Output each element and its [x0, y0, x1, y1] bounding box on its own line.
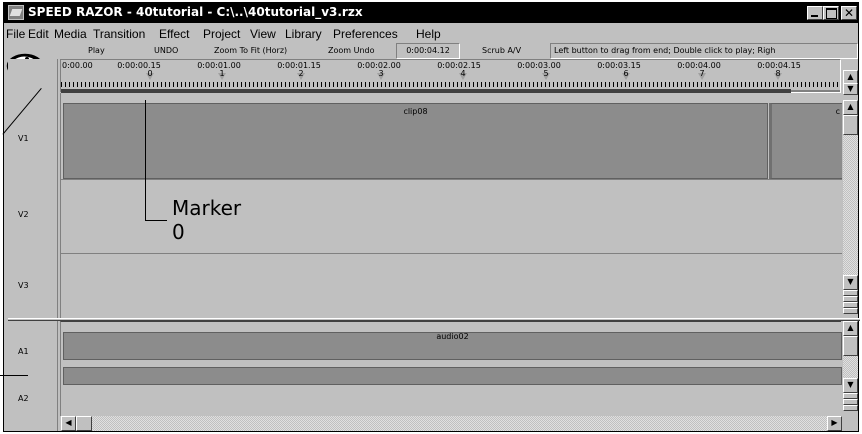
marker-number: 4 — [460, 69, 466, 78]
video-scroll-track[interactable] — [843, 135, 858, 275]
audio-scroll-track[interactable] — [843, 356, 858, 378]
play-button[interactable]: Play — [88, 46, 105, 55]
marker-number: 0 — [147, 69, 153, 78]
timeline-range-tail — [791, 90, 840, 92]
track-label-a2[interactable]: A2 — [8, 394, 58, 403]
menu-bar: File Edit Media Transition Effect Projec… — [4, 24, 858, 44]
ruler-tick: 0:00:02.15 — [437, 61, 481, 70]
close-button[interactable]: ✕ — [841, 6, 857, 20]
menu-media[interactable]: Media — [54, 27, 87, 41]
close-icon: ✕ — [843, 6, 855, 20]
scrub-av-button[interactable]: Scrub A/V — [482, 46, 521, 55]
zoom-undo-button[interactable]: Zoom Undo — [328, 46, 375, 55]
horizontal-scroll-thumb[interactable] — [76, 416, 92, 431]
video-zoom-extra-button[interactable] — [843, 308, 858, 314]
clip-label: c — [835, 107, 840, 116]
app-icon[interactable] — [8, 5, 24, 20]
audio-zoom-reset-button[interactable] — [843, 405, 858, 411]
video-clip[interactable]: clip08 — [63, 103, 768, 179]
audio-clip[interactable]: audio02 — [63, 332, 842, 360]
maximize-button[interactable] — [823, 6, 839, 20]
track-label-a1[interactable]: A1 — [8, 347, 58, 356]
callout-line-marker — [145, 100, 146, 221]
clip-label: clip08 — [403, 107, 428, 116]
horizontal-scroll-left-button[interactable]: ◀ — [61, 416, 76, 431]
marker-callout-title: Marker — [172, 196, 242, 220]
menu-view[interactable]: View — [250, 27, 276, 41]
status-message: Left button to drag from end; Double cli… — [550, 43, 858, 59]
ruler-ticks — [61, 82, 840, 87]
marker-number: 5 — [543, 69, 549, 78]
track-divider — [61, 179, 842, 180]
ruler-scroll-down-button[interactable]: ▼ — [843, 83, 858, 95]
menu-file[interactable]: File — [6, 27, 25, 41]
callout-line-audio — [0, 375, 28, 376]
clip-label: audio02 — [436, 332, 469, 341]
menu-transition[interactable]: Transition — [93, 27, 145, 41]
audio-clip-a1[interactable] — [63, 367, 842, 385]
undo-button[interactable]: UNDO — [154, 46, 178, 55]
audio-scroll-thumb[interactable] — [843, 336, 858, 356]
marker-callout: Marker 0 — [172, 196, 241, 244]
toolbar: Play UNDO Zoom To Fit (Horz) Zoom Undo 0… — [4, 43, 858, 60]
horizontal-scroll-track[interactable] — [92, 416, 827, 431]
track-divider — [61, 253, 842, 254]
video-scroll-up-button[interactable]: ▲ — [843, 100, 858, 115]
marker-number: 1 — [219, 69, 225, 78]
minimize-button[interactable] — [807, 6, 823, 20]
ruler-tick: 0:00:03.00 — [517, 61, 561, 70]
menu-library[interactable]: Library — [285, 27, 322, 41]
track-label-v1[interactable]: V1 — [8, 134, 58, 143]
video-clip-next[interactable]: c — [769, 103, 842, 179]
ruler-tick: 0:00.00 — [62, 61, 93, 70]
ruler-tick: 0:00:03.15 — [597, 61, 641, 70]
video-scroll-down-button[interactable]: ▼ — [843, 275, 858, 290]
audio-scroll-up-button[interactable]: ▲ — [843, 321, 858, 336]
menu-effect[interactable]: Effect — [159, 27, 189, 41]
title-bar[interactable]: SPEED RAZOR - 40tutorial - C:\..\40tutor… — [4, 3, 858, 23]
marker-number: 2 — [298, 69, 304, 78]
timecode-field[interactable]: 0:00:04.12 — [396, 43, 460, 59]
marker-number: 6 — [623, 69, 629, 78]
callout-line-marker-h — [145, 220, 167, 221]
menu-preferences[interactable]: Preferences — [333, 27, 398, 41]
marker-number: 3 — [378, 69, 384, 78]
window-title: SPEED RAZOR - 40tutorial - C:\..\40tutor… — [28, 5, 363, 19]
menu-edit[interactable]: Edit — [28, 27, 49, 41]
audio-tracks-area[interactable]: audio02 — [60, 321, 842, 416]
audio-scroll-down-button[interactable]: ▼ — [843, 378, 858, 393]
speed-razor-window: SPEED RAZOR - 40tutorial - C:\..\40tutor… — [3, 2, 860, 432]
timeline-ruler[interactable]: 0:00.00 0:00:00.15 0:00:01.00 0:00:01.15… — [60, 59, 841, 93]
ruler-tick: 0:00:00.15 — [117, 61, 161, 70]
marker-number: 7 — [699, 69, 705, 78]
menu-project[interactable]: Project — [203, 27, 240, 41]
menu-help[interactable]: Help — [416, 27, 441, 41]
track-label-v2[interactable]: V2 — [8, 210, 58, 219]
track-label-v3[interactable]: V3 — [8, 281, 58, 290]
horizontal-scroll-right-button[interactable]: ▶ — [827, 416, 842, 431]
zoom-to-fit-button[interactable]: Zoom To Fit (Horz) — [214, 46, 287, 55]
marker-callout-number: 0 — [172, 220, 185, 244]
video-scroll-thumb[interactable] — [843, 115, 858, 135]
marker-number: 8 — [775, 69, 781, 78]
